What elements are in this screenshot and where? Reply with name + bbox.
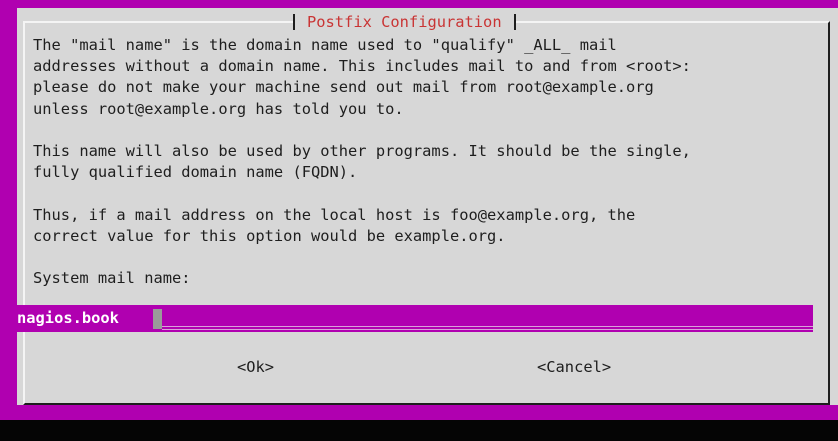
terminal-bottom-strip [8, 405, 838, 421]
input-underline [162, 326, 813, 330]
title-right-tick [513, 14, 516, 30]
dialog-title: Postfix Configuration [307, 13, 502, 31]
dialog-body: The "mail name" is the domain name used … [33, 35, 823, 289]
paragraph-mail-name: The "mail name" is the domain name used … [33, 36, 691, 118]
postfix-dialog: Postfix Configuration The "mail name" is… [17, 8, 838, 405]
mail-name-value[interactable]: nagios.book [17, 305, 119, 332]
paragraph-fqdn: This name will also be used by other pro… [33, 142, 691, 182]
text-cursor [153, 309, 162, 329]
ok-button[interactable]: <Ok> [237, 357, 274, 377]
dialog-title-bar: Postfix Configuration [293, 12, 516, 32]
cancel-button[interactable]: <Cancel> [537, 357, 611, 377]
field-label: System mail name: [33, 269, 191, 288]
paragraph-example: Thus, if a mail address on the local hos… [33, 205, 636, 245]
mail-name-input[interactable]: nagios.book [17, 305, 813, 332]
terminal-status-bar [0, 420, 838, 441]
